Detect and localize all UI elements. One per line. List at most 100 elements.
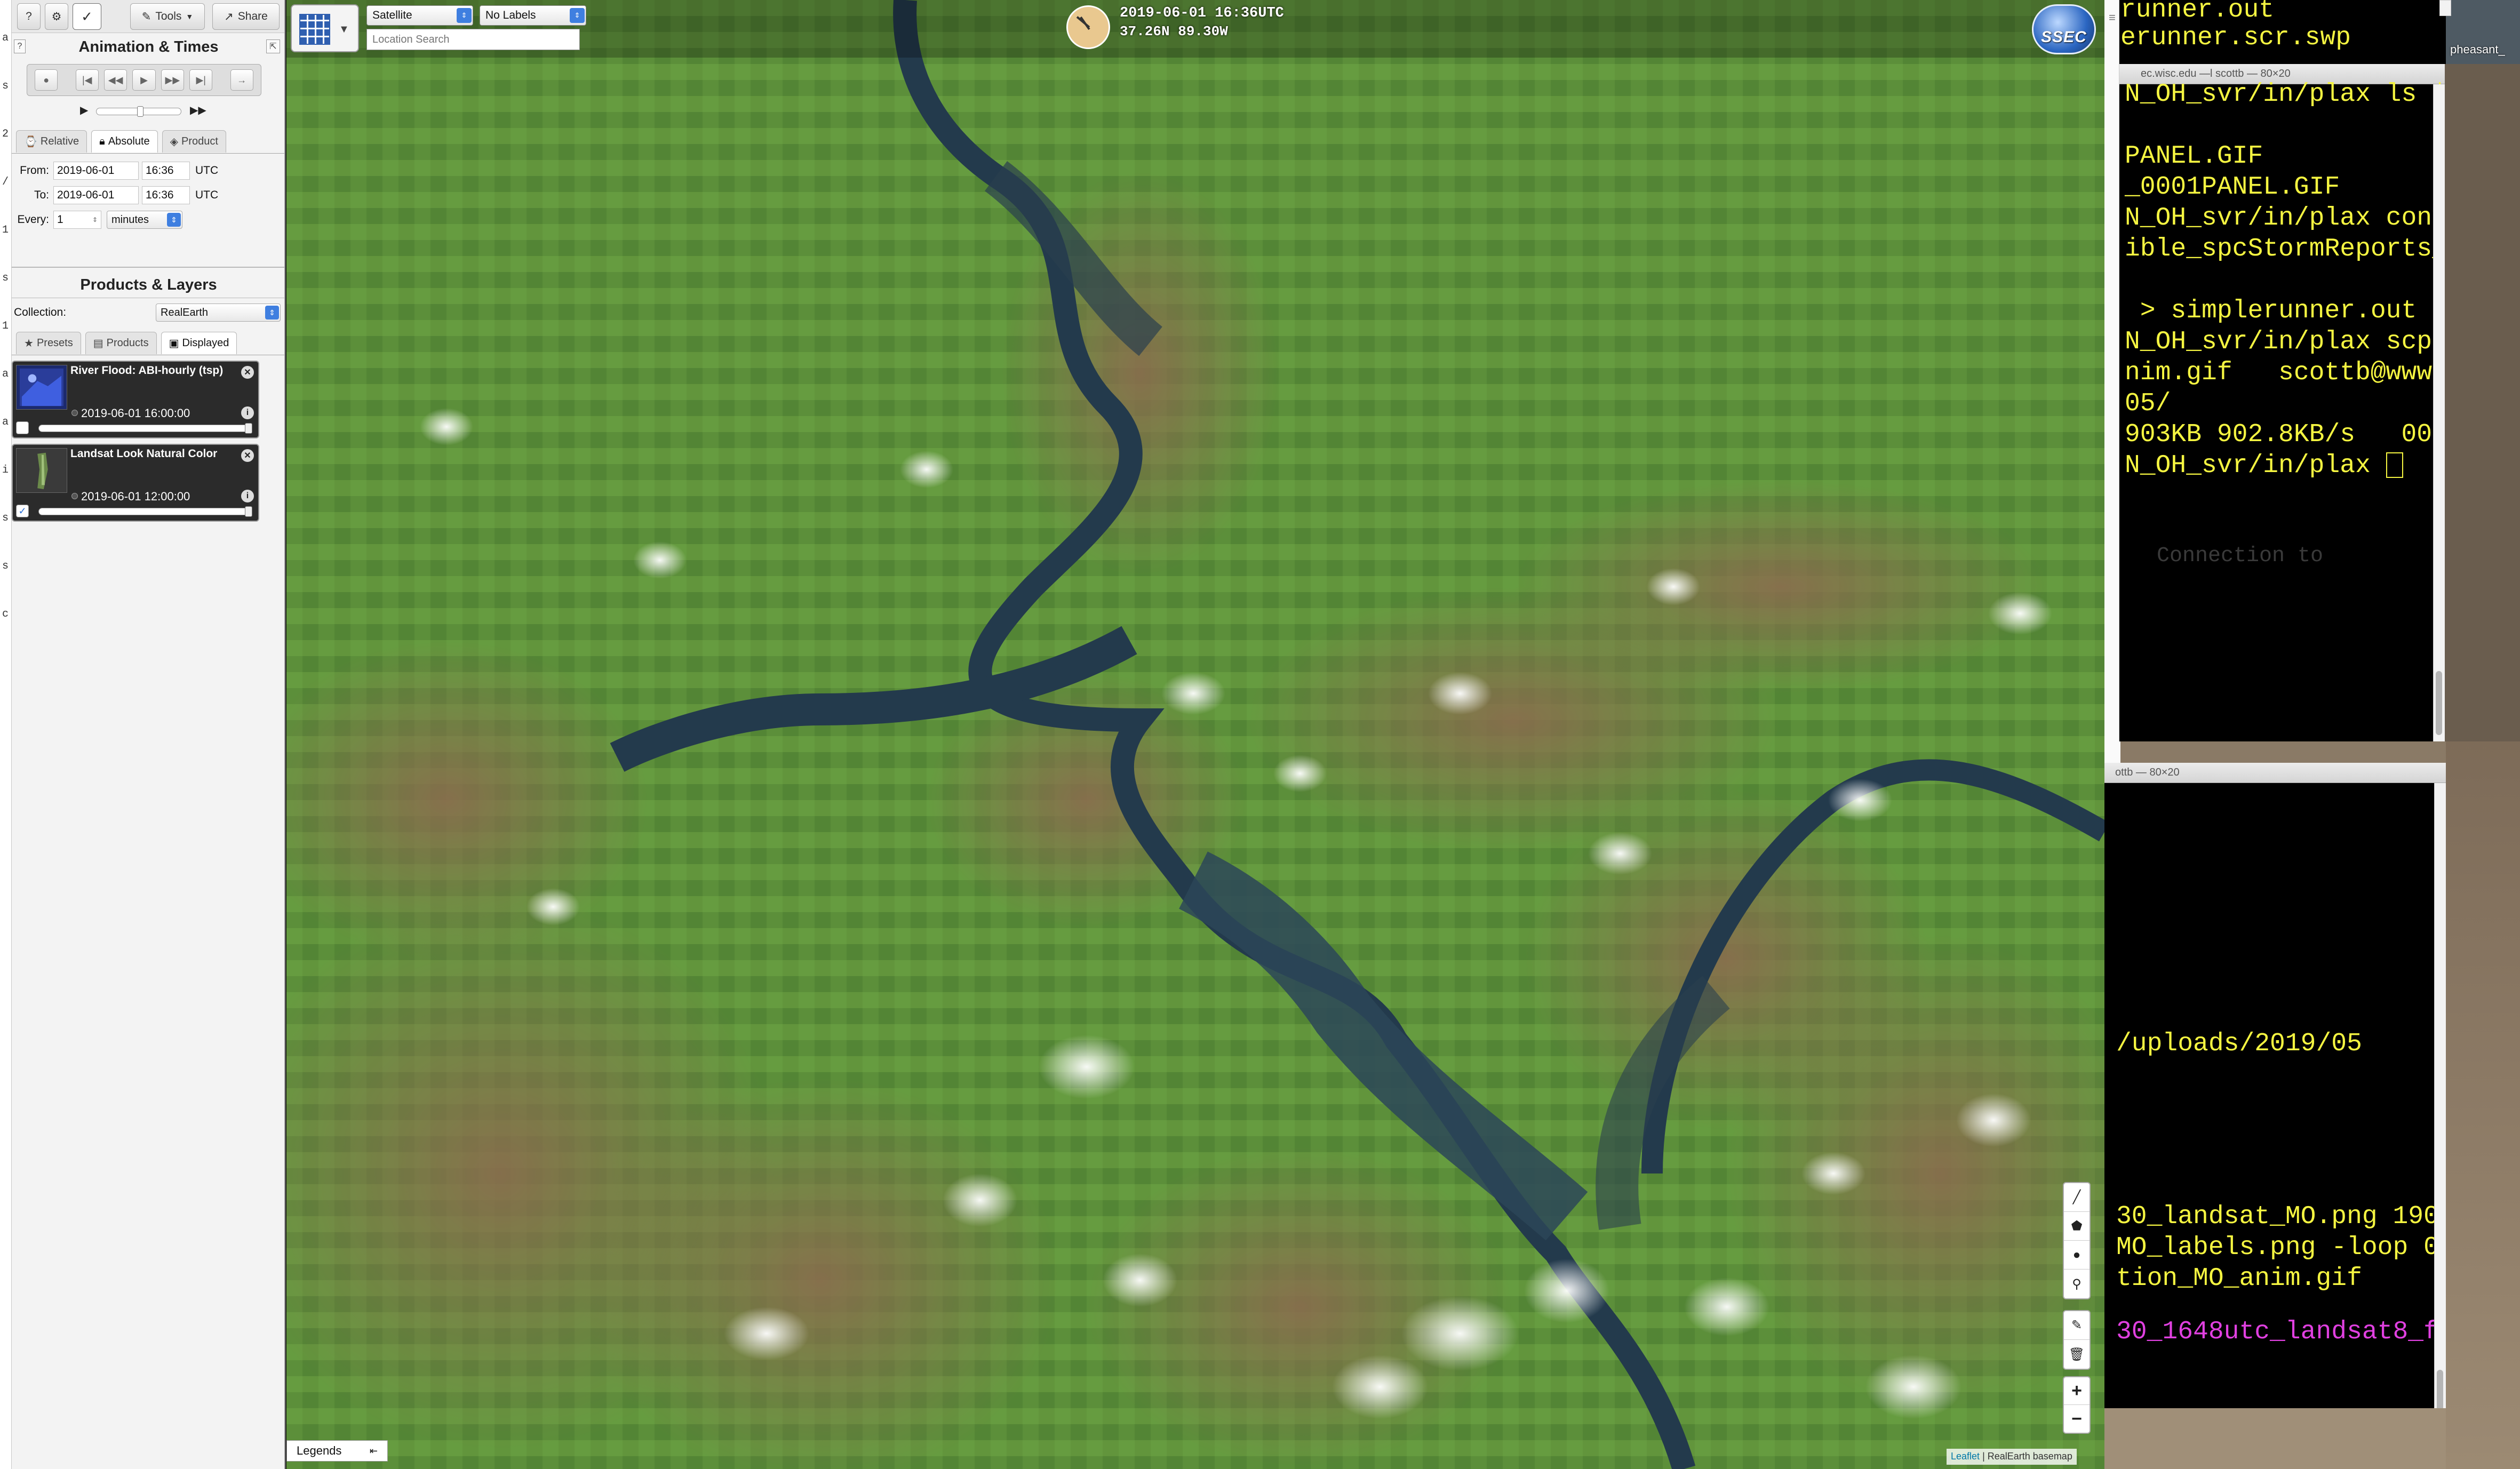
tab-displayed[interactable]: ▣ Displayed [161,332,237,354]
panel-toolbar: ? ⚙ ✓ ✎ Tools ▼ ↗ Share [12,0,284,33]
labels-select[interactable]: No Labels ⇕ [480,5,586,26]
draw-marker-button[interactable]: ⚲ [2064,1270,2090,1298]
pin-icon: ⇤ [369,1445,378,1456]
gear-icon: ⚙ [51,10,62,23]
strip-char: a [2,416,9,428]
close-icon[interactable]: ✕ [241,366,254,379]
from-date-input[interactable]: 2019-06-01 [53,162,139,180]
clock-icon: ⌚ [24,136,37,148]
terminal-line: nim.gif scottb@www:/va [2125,358,2445,387]
every-unit-select[interactable]: minutes ⇕ [107,211,182,229]
play-button[interactable]: ▶ [132,69,156,91]
terminal-title-bar[interactable]: ottb — 80×20 [2104,763,2446,783]
every-stepper[interactable]: 1 ⇕ [53,211,101,229]
layer-title: Landsat Look Natural Color [70,448,218,460]
layer-visibility-checkbox[interactable] [16,421,29,434]
layer-visibility-checkbox[interactable]: ✓ [16,505,29,517]
first-frame-button[interactable]: |◀ [75,69,99,91]
tools-button[interactable]: ✎ Tools ▼ [130,3,205,30]
location-search-input[interactable] [366,29,580,50]
help-button[interactable]: ? [17,3,41,30]
draw-polygon-button[interactable]: ⬟ [2064,1212,2090,1241]
ssec-logo[interactable]: SSEC [2032,4,2096,54]
info-icon[interactable]: i [241,490,254,502]
opacity-knob[interactable] [245,423,252,434]
collection-select[interactable]: RealEarth ⇕ [156,304,281,322]
info-icon[interactable]: i [241,406,254,419]
scrollbar-stub [2439,0,2451,16]
lock-icon: 🔒︎ [99,135,105,147]
animation-collapse-icon[interactable]: ⇱ [266,39,280,53]
settings-button[interactable]: ⚙ [45,3,68,30]
speed-knob[interactable] [137,106,143,117]
terminal-scrollbar[interactable] [2433,84,2445,741]
opacity-slider[interactable] [38,423,252,434]
to-date-input[interactable]: 2019-06-01 [53,186,139,204]
check-icon: ✓ [18,505,27,516]
tab-absolute[interactable]: 🔒︎ Absolute [91,130,158,153]
close-icon[interactable]: ✕ [241,449,254,462]
scroll-thumb[interactable] [2436,671,2442,735]
layer-card-river-flood[interactable]: River Flood: ABI-hourly (tsp) ✕ 2019-06-… [12,361,259,438]
record-icon: ● [43,74,50,85]
terminal-window-2[interactable]: ottb — 80×20 /uploads/2019/05 30_landsat_… [2104,763,2446,1408]
tab-label: Displayed [182,337,229,349]
fast-forward-button[interactable]: ▶▶ [161,69,185,91]
zoom-out-button[interactable]: − [2064,1405,2090,1433]
opacity-knob[interactable] [245,506,252,517]
tab-products[interactable]: ▤ Products [85,332,157,354]
layer-time: 2019-06-01 12:00:00 [81,490,190,503]
layer-thumbnail [16,365,67,410]
edit-layers-button[interactable]: ✎ [2064,1311,2090,1340]
speed-track[interactable] [96,106,181,117]
to-time-input[interactable]: 16:36 [142,186,190,204]
from-time-input[interactable]: 16:36 [142,162,190,180]
to-tz-label: UTC [195,189,219,201]
terminal-title: ottb — 80×20 [2115,767,2180,778]
legends-button[interactable]: Legends ⇤ [286,1440,388,1462]
window-menu-icon[interactable]: ≡ [2109,11,2116,25]
desktop-file-label[interactable]: pheasant_ [2450,43,2505,57]
terminal-window-1[interactable]: ec.wisc.edu —l scottb — 80×20 N_OH_svr/i… [2119,64,2445,741]
basemap-switcher-button[interactable]: ▼ [291,4,359,52]
chevron-down-icon: ▼ [339,23,349,35]
delete-layers-button[interactable]: 🗑︎ [2064,1340,2090,1369]
draw-circle-button[interactable]: ● [2064,1241,2090,1270]
attribution-text: | RealEarth basemap [1982,1451,2072,1462]
draw-line-button[interactable]: ╱ [2064,1183,2090,1212]
draw-toolbar: ╱ ⬟ ● ⚲ [2063,1182,2091,1299]
play-small-icon: ▶ [80,105,89,116]
tab-presets[interactable]: ★ Presets [16,332,81,354]
tab-relative[interactable]: ⌚ Relative [16,130,87,153]
map-view[interactable]: ▼ Satellite ⇕ No Labels ⇕ 2019-06-01 16:36… [286,0,2104,1469]
last-frame-button[interactable]: ▶| [189,69,213,91]
terminal-partial-top[interactable]: runner.out erunner.scr.swp [2104,0,2446,64]
from-row: From: 2019-06-01 16:36 UTC [12,161,218,180]
animation-help-icon[interactable]: ? [14,39,26,53]
confirm-button[interactable]: ✓ [73,3,101,30]
star-icon: ★ [24,338,34,349]
tab-label: Relative [40,135,79,147]
loop-button[interactable]: → [230,69,253,91]
share-button[interactable]: ↗ Share [212,3,280,30]
tab-product[interactable]: ◈ Product [162,130,226,153]
select-caret-icon: ⇕ [457,8,472,23]
desktop-right: runner.out erunner.scr.swp pheasant_ ≡ e… [2104,0,2520,1469]
zoom-in-button[interactable]: + [2064,1377,2090,1405]
leaflet-link[interactable]: Leaflet [1951,1451,1980,1462]
terminal-scrollbar[interactable] [2434,783,2446,1408]
to-row: To: 2019-06-01 16:36 UTC [12,186,218,205]
products-section-title: Products & Layers [80,276,217,293]
tag-icon: ◈ [170,136,179,148]
select-caret-icon: ⇕ [265,306,279,320]
basemap-select[interactable]: Satellite ⇕ [366,5,473,26]
strip-char: c [2,608,9,620]
rewind-button[interactable]: ◀◀ [103,69,127,91]
desktop-wallpaper [2445,64,2520,741]
animation-speed-slider[interactable]: ▶ ▶▶ [80,105,219,117]
terminal-line: PANEL.GIF [2125,142,2263,171]
layer-card-landsat[interactable]: Landsat Look Natural Color ✕ 2019-06-01 … [12,444,259,522]
scroll-thumb[interactable] [2437,1370,2443,1408]
opacity-slider[interactable] [38,506,252,517]
record-button[interactable]: ● [35,69,58,91]
